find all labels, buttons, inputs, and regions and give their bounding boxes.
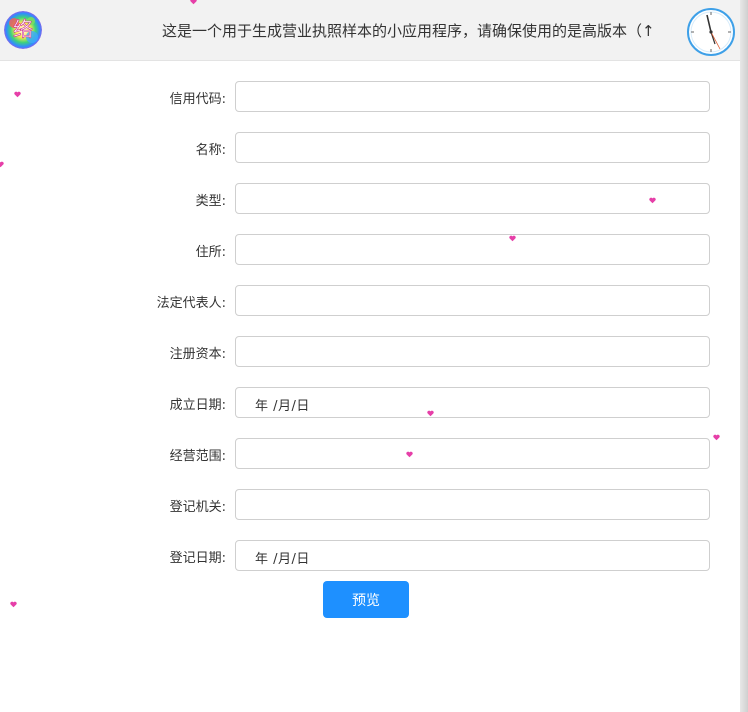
type-label: 类型: xyxy=(195,194,226,209)
heart-icon xyxy=(10,601,17,608)
legal-rep-input[interactable] xyxy=(235,285,710,316)
form-row-established-date: 成立日期: 年 /月/日 xyxy=(0,387,740,418)
address-label: 住所: xyxy=(195,245,226,260)
heart-icon xyxy=(190,0,197,5)
heart-icon xyxy=(0,161,4,168)
app-header: 络 这是一个用于生成营业执照样本的小应用程序，请确保使用的是高版本（↑ xyxy=(0,0,740,61)
address-input[interactable] xyxy=(235,234,710,265)
window-scrollbar[interactable] xyxy=(740,0,748,712)
heart-icon xyxy=(427,410,434,417)
form-row-registered-capital: 注册资本: xyxy=(0,336,740,367)
established-date-value: 年 /月/日 xyxy=(255,399,310,414)
business-scope-input[interactable] xyxy=(235,438,710,469)
logo-text: 络 xyxy=(13,17,33,41)
legal-rep-label: 法定代表人: xyxy=(156,296,226,311)
name-input[interactable] xyxy=(235,132,710,163)
form-row-type: 类型: xyxy=(0,183,740,214)
form-row-address: 住所: xyxy=(0,234,740,265)
clock-icon xyxy=(686,4,736,58)
heart-icon xyxy=(649,197,656,204)
registration-date-value: 年 /月/日 xyxy=(255,552,310,567)
credit-code-label: 信用代码: xyxy=(169,92,226,107)
heart-icon xyxy=(406,451,413,458)
logo-icon: 络 xyxy=(4,11,42,49)
heart-icon xyxy=(509,235,516,242)
form-row-business-scope: 经营范围: xyxy=(0,438,740,469)
form-row-registration-authority: 登记机关: xyxy=(0,489,740,520)
notice-marquee: 这是一个用于生成营业执照样本的小应用程序，请确保使用的是高版本（↑ xyxy=(162,22,655,40)
registration-authority-input[interactable] xyxy=(235,489,710,520)
credit-code-input[interactable] xyxy=(235,81,710,112)
business-scope-label: 经营范围: xyxy=(169,449,226,464)
form-row-credit-code: 信用代码: xyxy=(0,81,740,112)
name-label: 名称: xyxy=(195,143,226,158)
form-row-registration-date: 登记日期: 年 /月/日 xyxy=(0,540,740,571)
heart-icon xyxy=(713,434,720,441)
registration-authority-label: 登记机关: xyxy=(169,500,226,515)
registered-capital-input[interactable] xyxy=(235,336,710,367)
registration-date-label: 登记日期: xyxy=(169,551,226,566)
established-date-label: 成立日期: xyxy=(169,398,226,413)
type-input[interactable] xyxy=(235,183,710,214)
form-row-name: 名称: xyxy=(0,132,740,163)
registered-capital-label: 注册资本: xyxy=(169,347,226,362)
heart-icon xyxy=(14,91,21,98)
preview-button[interactable]: 预览 xyxy=(323,581,409,618)
form-row-legal-rep: 法定代表人: xyxy=(0,285,740,316)
